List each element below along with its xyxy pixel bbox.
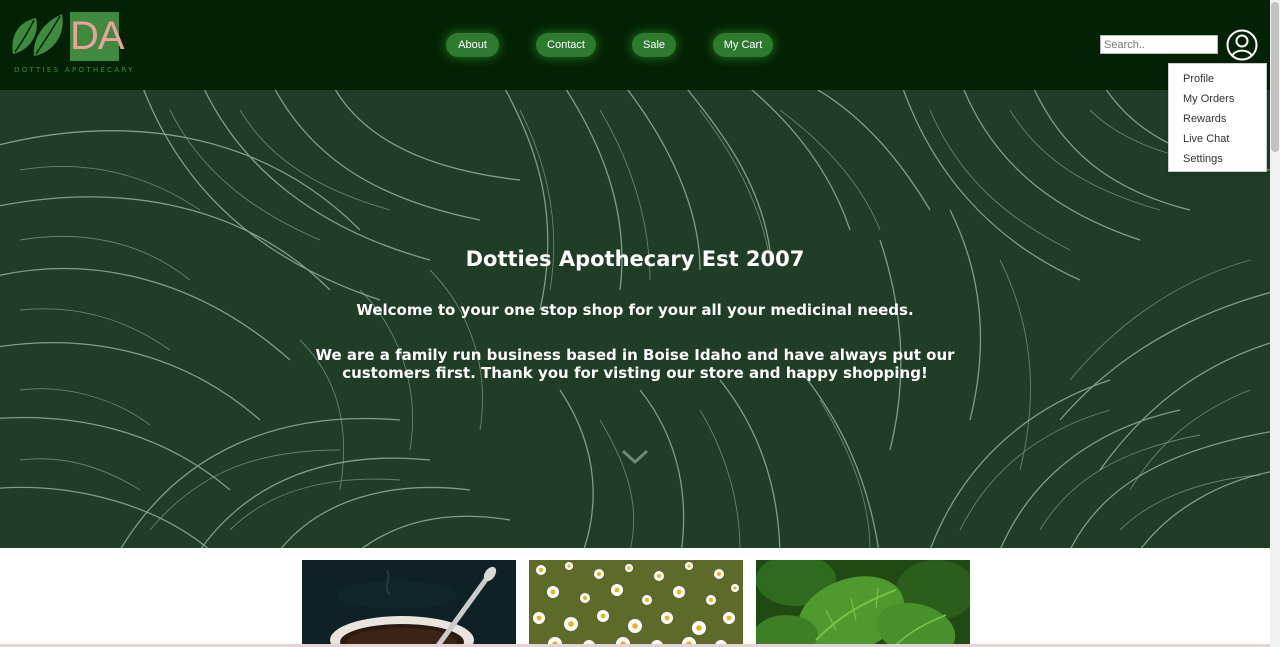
hero-welcome-text: Welcome to your one stop shop for your a…	[356, 301, 914, 319]
hero-description: We are a family run business based in Bo…	[315, 346, 955, 382]
product-card-tea[interactable]	[302, 560, 516, 647]
menu-item-settings[interactable]: Settings	[1169, 149, 1266, 169]
chevron-down-icon[interactable]	[621, 449, 649, 465]
product-card-mint[interactable]	[756, 560, 970, 647]
hero-title: Dotties Apothecary Est 2007	[465, 247, 805, 271]
tea-cup-image	[302, 560, 516, 647]
logo-text: DOTTIES APOTHECARY	[14, 66, 135, 74]
nav-contact-button[interactable]: Contact	[536, 33, 596, 57]
page-scrollbar[interactable]	[1270, 0, 1280, 647]
scrollbar-thumb[interactable]	[1271, 2, 1279, 152]
hero-section: Dotties Apothecary Est 2007 Welcome to y…	[0, 90, 1270, 548]
page: DA DOTTIES APOTHECARY About Contact Sale…	[0, 0, 1270, 647]
chamomile-flowers-image	[529, 560, 743, 647]
mint-leaves-image	[756, 560, 970, 647]
account-dropdown-menu: Profile My Orders Rewards Live Chat Sett…	[1168, 63, 1267, 172]
menu-item-rewards[interactable]: Rewards	[1169, 109, 1266, 129]
menu-item-my-orders[interactable]: My Orders	[1169, 89, 1266, 109]
nav-cart-button[interactable]: My Cart	[713, 33, 773, 57]
search-input[interactable]	[1100, 35, 1218, 54]
menu-item-live-chat[interactable]: Live Chat	[1169, 129, 1266, 149]
leaf-pattern-background	[0, 90, 1270, 548]
product-cards	[0, 548, 1270, 647]
main-nav: About Contact Sale My Cart	[0, 33, 1270, 57]
nav-sale-button[interactable]: Sale	[632, 33, 676, 57]
user-circle-icon[interactable]	[1226, 29, 1258, 61]
menu-item-profile[interactable]: Profile	[1169, 69, 1266, 89]
product-card-chamomile[interactable]	[529, 560, 743, 647]
site-header: DA DOTTIES APOTHECARY About Contact Sale…	[0, 0, 1270, 90]
nav-about-button[interactable]: About	[446, 33, 499, 57]
